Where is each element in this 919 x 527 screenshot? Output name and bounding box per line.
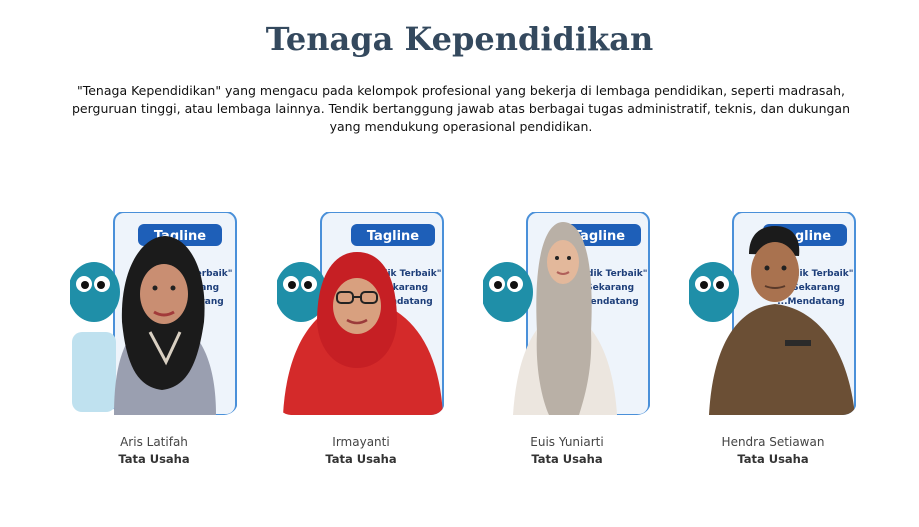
staff-role: Tata Usaha [737, 452, 809, 466]
staff-name: Irmayanti [332, 435, 390, 449]
staff-photo-euis-yuniarti: Tagline "...didik Terbaik" ...Sekarang .… [483, 212, 651, 415]
section-title: Tenaga Kependidikan [265, 20, 654, 58]
section-description: "Tenaga Kependidikan" yang mengacu pada … [71, 83, 851, 134]
backdrop-line-3: ...Mendatang [777, 297, 844, 307]
staff-name: Hendra Setiawan [721, 435, 825, 449]
staff-role: Tata Usaha [325, 452, 397, 466]
staff-photo-aris-latifah: Tagline "...didik Terbaik" ...Sekarang .… [70, 212, 238, 415]
staff-card: Tagline "...didik Terbaik" ...Sekarang .… [70, 212, 238, 466]
staff-photo-irmayanti: Tagline "...didik Terbaik" ...Sekarang .… [277, 212, 445, 415]
staff-card: Tagline "...didik Terbaik" ...Sekarang .… [689, 212, 857, 466]
staff-name: Euis Yuniarti [530, 435, 604, 449]
staff-role: Tata Usaha [118, 452, 190, 466]
staff-role: Tata Usaha [531, 452, 603, 466]
staff-photo-hendra-setiawan: Tagline "...didik Terbaik" ...Sekarang .… [689, 212, 857, 415]
staff-card: Tagline "...didik Terbaik" ...Sekarang .… [483, 212, 651, 466]
tagline-banner-text: Tagline [367, 229, 419, 244]
staff-name: Aris Latifah [120, 435, 188, 449]
staff-section: Tenaga Kependidikan "Tenaga Kependidikan… [0, 0, 919, 527]
staff-card: Tagline "...didik Terbaik" ...Sekarang .… [277, 212, 445, 466]
